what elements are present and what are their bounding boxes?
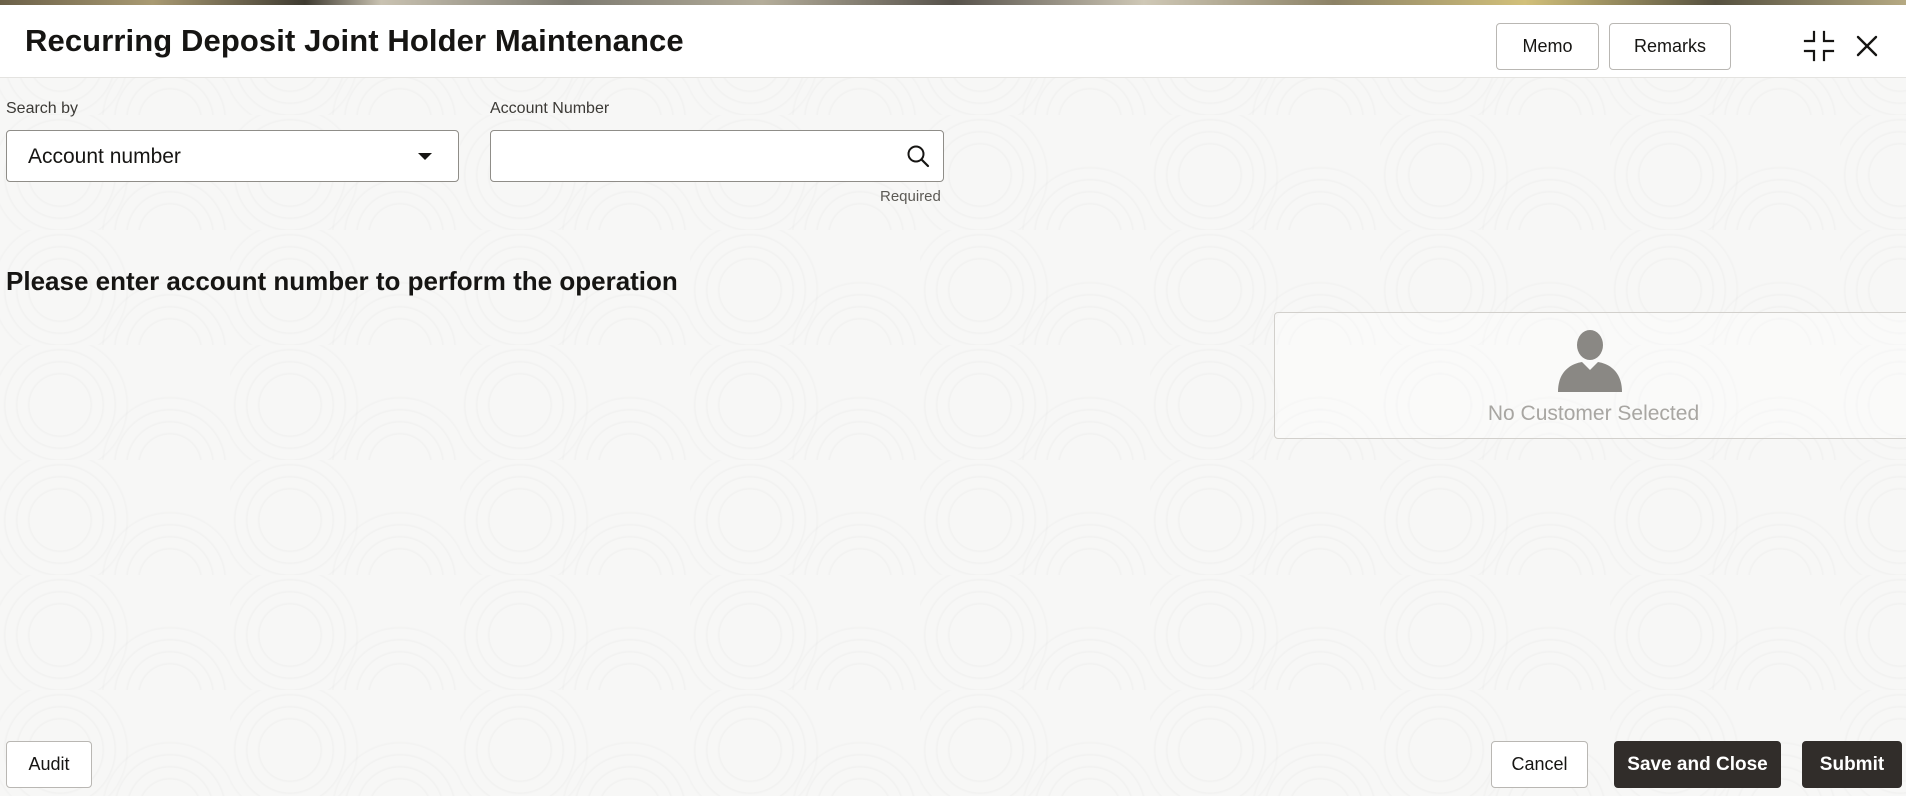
compress-icon[interactable] <box>1801 28 1837 64</box>
account-number-field-wrapper <box>490 130 944 182</box>
required-hint: Required <box>880 188 941 205</box>
search-by-label: Search by <box>6 100 79 117</box>
caret-down-icon <box>418 153 432 160</box>
customer-card: No Customer Selected <box>1274 312 1906 439</box>
page-title: Recurring Deposit Joint Holder Maintenan… <box>25 23 684 58</box>
account-number-label: Account Number <box>490 100 610 117</box>
submit-button[interactable]: Submit <box>1802 741 1902 788</box>
page-header: Recurring Deposit Joint Holder Maintenan… <box>0 5 1906 78</box>
remarks-button[interactable]: Remarks <box>1609 23 1731 70</box>
close-icon[interactable] <box>1849 28 1885 64</box>
cancel-button[interactable]: Cancel <box>1491 741 1588 788</box>
user-icon <box>1556 328 1624 392</box>
account-number-input[interactable] <box>491 131 881 181</box>
search-by-select[interactable]: Account number <box>6 130 459 182</box>
memo-button[interactable]: Memo <box>1496 23 1599 70</box>
search-icon[interactable] <box>903 141 933 171</box>
search-by-value: Account number <box>28 145 181 168</box>
save-and-close-button[interactable]: Save and Close <box>1614 741 1781 788</box>
no-customer-text: No Customer Selected <box>1487 402 1700 425</box>
audit-button[interactable]: Audit <box>6 741 92 788</box>
instruction-message: Please enter account number to perform t… <box>6 266 678 296</box>
